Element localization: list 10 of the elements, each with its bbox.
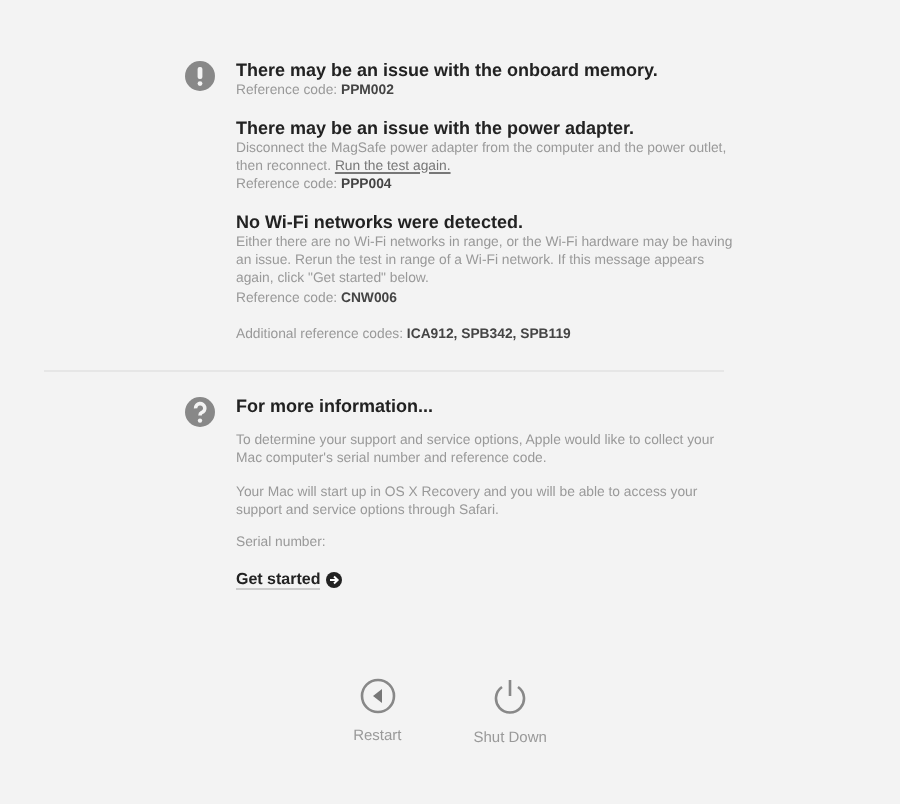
back-icon [359,678,396,715]
power-icon [492,678,529,717]
get-started-link[interactable]: Get started [236,570,343,591]
info-title: For more information... [236,396,436,417]
issue-title: There may be an issue with the power adapter. [236,117,637,138]
arrow-circle-icon [326,572,343,589]
issue-title: There may be an issue with the onboard memory. [236,60,660,80]
question-icon [184,396,216,429]
exclamation-icon [184,60,216,92]
issue-title: No Wi-Fi networks were detected. [236,212,525,233]
